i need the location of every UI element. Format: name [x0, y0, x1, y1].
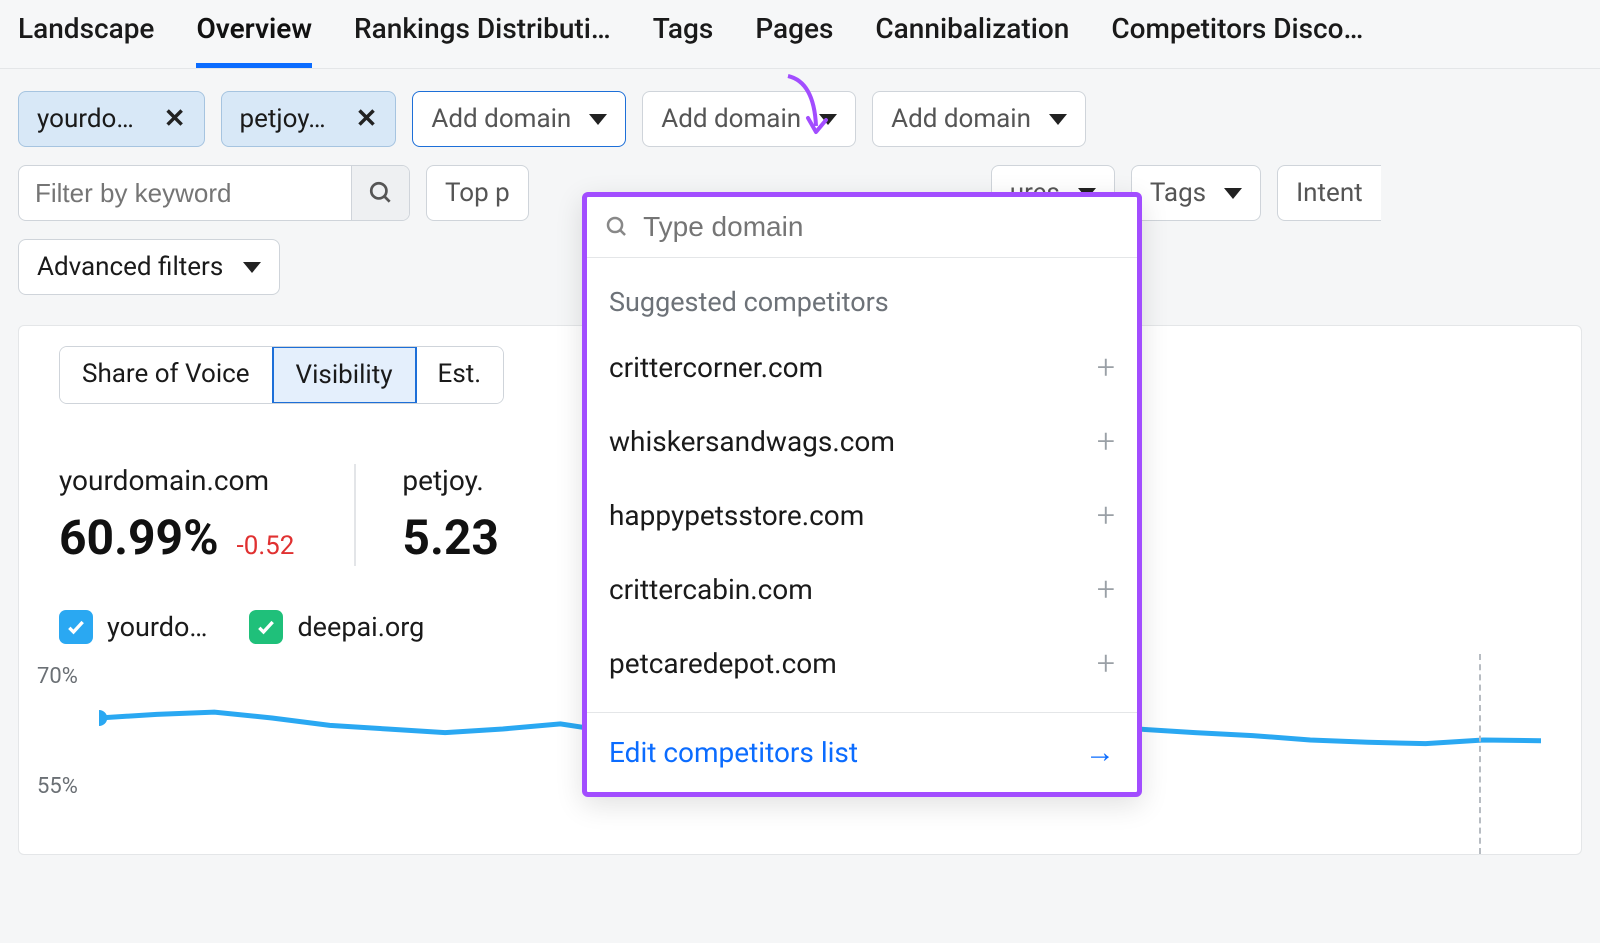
segment-visibility[interactable]: Visibility	[272, 346, 417, 404]
filter-label: Top p	[445, 178, 510, 208]
competitor-suggestion[interactable]: crittercorner.com +	[595, 330, 1129, 404]
segment-estimated[interactable]: Est.	[416, 347, 504, 403]
add-domain-label: Add domain	[431, 104, 571, 134]
domain-row: yourdo… ✕ petjoy… ✕ Add domain Add domai…	[0, 69, 1600, 147]
competitor-domain: petcaredepot.com	[609, 647, 837, 680]
chevron-down-icon	[1224, 188, 1242, 199]
domain-chip-label: petjoy…	[240, 104, 326, 134]
tab-tags[interactable]: Tags	[653, 12, 714, 68]
metric-segmented-control: Share of Voice Visibility Est.	[59, 346, 504, 404]
checkbox-icon[interactable]	[59, 610, 93, 644]
checkbox-icon[interactable]	[249, 610, 283, 644]
add-domain-dropdown: Suggested competitors crittercorner.com …	[582, 192, 1142, 797]
segment-share-of-voice[interactable]: Share of Voice	[60, 347, 273, 403]
metric-label: yourdomain.com	[59, 464, 294, 497]
dropdown-footer[interactable]: Edit competitors list →	[587, 712, 1137, 792]
plus-icon[interactable]: +	[1097, 422, 1115, 460]
tags-filter[interactable]: Tags	[1131, 165, 1261, 221]
tab-landscape[interactable]: Landscape	[18, 12, 154, 68]
tab-pages[interactable]: Pages	[755, 12, 833, 68]
search-icon	[368, 180, 394, 206]
tab-bar: Landscape Overview Rankings Distributi… …	[0, 0, 1600, 69]
plus-icon[interactable]: +	[1097, 348, 1115, 386]
competitor-suggestion[interactable]: happypetsstore.com +	[595, 478, 1129, 552]
chevron-down-icon	[819, 114, 837, 125]
metric-value: 60.99%	[59, 509, 219, 566]
search-icon	[605, 214, 629, 240]
y-axis-tick: 55%	[37, 774, 78, 799]
keyword-filter-search-button[interactable]	[351, 166, 409, 220]
competitor-suggestion[interactable]: whiskersandwags.com +	[595, 404, 1129, 478]
metric-label: petjoy.	[402, 464, 499, 497]
plus-icon[interactable]: +	[1097, 644, 1115, 682]
competitor-domain: crittercabin.com	[609, 573, 813, 606]
metric-yourdomain: yourdomain.com 60.99% -0.52	[59, 464, 354, 566]
close-icon[interactable]: ✕	[338, 104, 378, 134]
competitor-domain: whiskersandwags.com	[609, 425, 895, 458]
top-filter[interactable]: Top p	[426, 165, 529, 221]
y-axis-tick: 70%	[37, 664, 78, 689]
dropdown-heading: Suggested competitors	[587, 258, 1137, 330]
chevron-down-icon	[589, 114, 607, 125]
filter-label: Intent	[1296, 178, 1363, 208]
keyword-filter[interactable]	[18, 165, 410, 221]
metric-delta: -0.52	[237, 531, 295, 561]
edit-competitors-link[interactable]: Edit competitors list	[609, 736, 858, 769]
dropdown-list: crittercorner.com + whiskersandwags.com …	[587, 330, 1137, 712]
legend-label: deepai.org	[297, 611, 424, 643]
close-icon[interactable]: ✕	[146, 104, 186, 134]
dropdown-search[interactable]	[587, 197, 1137, 258]
chevron-down-icon	[243, 262, 261, 273]
legend-item-yourdomain[interactable]: yourdo…	[59, 610, 207, 644]
domain-chip-yourdomain[interactable]: yourdo… ✕	[18, 91, 205, 147]
intent-filter[interactable]: Intent	[1277, 165, 1381, 221]
advanced-filters-label: Advanced filters	[37, 252, 223, 282]
competitor-suggestion[interactable]: petcaredepot.com +	[595, 626, 1129, 700]
metric-petjoy: petjoy. 5.23	[354, 464, 559, 566]
advanced-filters-button[interactable]: Advanced filters	[18, 239, 280, 295]
tab-cannibalization[interactable]: Cannibalization	[875, 12, 1069, 68]
legend-item-deepai[interactable]: deepai.org	[249, 610, 424, 644]
add-domain-label: Add domain	[661, 104, 801, 134]
add-domain-button[interactable]: Add domain	[412, 91, 626, 147]
tab-overview[interactable]: Overview	[196, 12, 312, 68]
keyword-filter-input[interactable]	[19, 166, 339, 220]
add-domain-button[interactable]: Add domain	[872, 91, 1086, 147]
plus-icon[interactable]: +	[1097, 496, 1115, 534]
tab-rankings[interactable]: Rankings Distributi…	[354, 12, 611, 68]
arrow-right-icon: →	[1085, 735, 1115, 770]
competitor-suggestion[interactable]: crittercabin.com +	[595, 552, 1129, 626]
metric-value: 5.23	[402, 509, 499, 566]
dropdown-search-input[interactable]	[643, 211, 1119, 243]
competitor-domain: happypetsstore.com	[609, 499, 864, 532]
domain-chip-label: yourdo…	[37, 104, 134, 134]
competitor-domain: crittercorner.com	[609, 351, 823, 384]
plus-icon[interactable]: +	[1097, 570, 1115, 608]
legend-label: yourdo…	[107, 611, 207, 643]
domain-chip-petjoy[interactable]: petjoy… ✕	[221, 91, 397, 147]
add-domain-button[interactable]: Add domain	[642, 91, 856, 147]
chart-cursor-line	[1479, 654, 1481, 854]
chevron-down-icon	[1049, 114, 1067, 125]
tab-competitors-disco[interactable]: Competitors Disco…	[1111, 12, 1363, 68]
add-domain-label: Add domain	[891, 104, 1031, 134]
filter-label: Tags	[1150, 178, 1206, 208]
